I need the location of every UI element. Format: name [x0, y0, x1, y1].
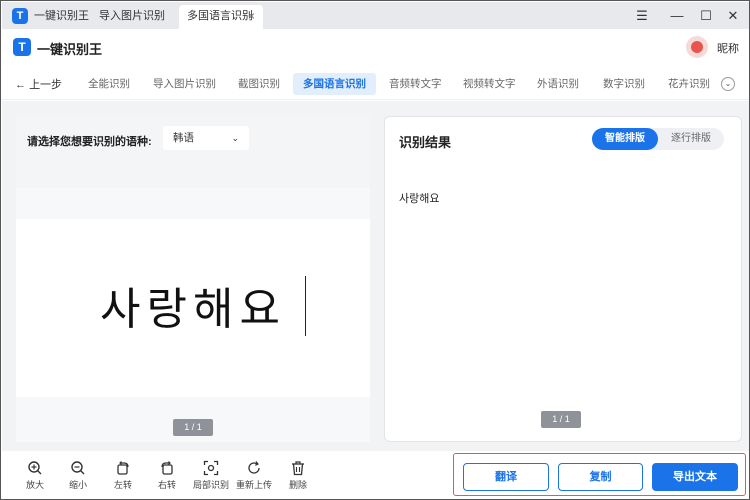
back-label: 上一步: [29, 79, 63, 91]
tab-label: 一键识别王: [34, 10, 89, 22]
result-page-indicator: 1 / 1: [541, 411, 581, 428]
nav-item-multilang[interactable]: 多国语言识别: [293, 73, 376, 95]
nav-item-video[interactable]: 视频转文字: [453, 73, 526, 95]
text-cursor: [305, 276, 306, 336]
back-button[interactable]: ← 上一步: [15, 76, 62, 92]
zoom-in-icon: [28, 461, 42, 475]
rotate-left-button[interactable]: 左转: [106, 460, 140, 491]
tab-home[interactable]: 一键识别王: [12, 5, 92, 29]
nav-item-import-image[interactable]: 导入图片识别: [143, 73, 226, 95]
feature-nav: ← 上一步 全能识别 导入图片识别 截图识别 多国语言识别 音频转文字 视频转文…: [2, 68, 749, 100]
avatar[interactable]: [686, 36, 708, 58]
source-image-text: 사랑해요: [100, 284, 286, 335]
nav-item-audio[interactable]: 音频转文字: [379, 73, 452, 95]
tab-label: 导入图片识别: [99, 10, 165, 22]
tab-import-image[interactable]: 导入图片识别: [99, 5, 179, 29]
delete-button[interactable]: 删除: [281, 460, 315, 491]
arrow-left-icon: ←: [15, 79, 26, 91]
source-page-indicator: 1 / 1: [173, 419, 213, 436]
menu-icon[interactable]: ☰: [632, 6, 652, 26]
language-select[interactable]: 韩语 ⌄: [163, 126, 249, 150]
tool-label: 右转: [157, 480, 176, 490]
nav-item-digits[interactable]: 数字识别: [593, 73, 655, 95]
rotate-right-button[interactable]: 右转: [150, 460, 184, 491]
tool-label: 缩小: [68, 480, 87, 490]
tool-label: 重新上传: [235, 480, 272, 490]
result-text[interactable]: 사랑해요: [399, 190, 439, 206]
source-header: 请选择您想要识别的语种: 韩语 ⌄: [16, 116, 370, 188]
source-panel: 请选择您想要识别的语种: 韩语 ⌄ 사랑해요 1 / 1: [16, 116, 370, 442]
language-label: 请选择您想要识别的语种:: [27, 136, 152, 148]
partial-recognize-icon: [203, 460, 219, 476]
zoom-out-button[interactable]: 缩小: [61, 460, 95, 491]
bottom-toolbar: 放大 缩小 左转 右转 局部识别 重新上传 删除 翻译 复制 导出文本: [2, 451, 749, 499]
zoom-out-icon: [71, 461, 85, 475]
tool-label: 局部识别: [192, 480, 229, 490]
app-logo-icon: [12, 8, 28, 24]
maximize-icon[interactable]: ☐: [696, 6, 716, 26]
zoom-in-button[interactable]: 放大: [18, 460, 52, 491]
language-value: 韩语: [173, 132, 194, 144]
action-button-group: 翻译 复制 导出文本: [453, 453, 746, 496]
result-panel: 识别结果 智能排版 逐行排版 사랑해요 1 / 1: [384, 116, 742, 442]
close-window-icon[interactable]: ✕: [723, 6, 743, 26]
tool-label: 放大: [25, 480, 44, 490]
close-icon[interactable]: ×: [248, 5, 255, 27]
reupload-button[interactable]: 重新上传: [234, 460, 274, 491]
workspace: 请选择您想要识别的语种: 韩语 ⌄ 사랑해요 1 / 1 识别结果 智能排版 逐…: [2, 101, 749, 451]
user-name[interactable]: 昵称: [717, 40, 739, 56]
chevron-down-icon: ⌄: [231, 133, 239, 143]
translate-button[interactable]: 翻译: [463, 463, 549, 491]
smart-layout-button[interactable]: 智能排版: [592, 128, 658, 150]
app-logo-icon: [13, 38, 31, 56]
result-title: 识别结果: [399, 135, 452, 150]
chevron-down-icon[interactable]: ⌄: [721, 77, 735, 91]
app-header: 一键识别王 昵称: [2, 29, 749, 65]
trash-icon: [292, 461, 304, 476]
tab-multilang[interactable]: 多国语言识别 ×: [179, 5, 263, 29]
app-window: 一键识别王 导入图片识别 多国语言识别 × ☰ — ☐ ✕ 一键识别王 昵称 ←…: [0, 0, 750, 500]
rotate-right-icon: [161, 461, 173, 475]
nav-item-flowers[interactable]: 花卉识别: [658, 73, 720, 95]
source-image: 사랑해요: [16, 219, 370, 397]
app-title: 一键识别王: [37, 42, 103, 57]
title-tab-bar: 一键识别王 导入图片识别 多国语言识别 × ☰ — ☐ ✕: [2, 2, 749, 29]
tab-label: 多国语言识别: [187, 10, 253, 22]
minimize-icon[interactable]: —: [667, 6, 687, 26]
line-layout-button[interactable]: 逐行排版: [658, 128, 724, 150]
reupload-icon: [248, 461, 260, 474]
partial-recognize-button[interactable]: 局部识别: [191, 460, 231, 491]
rotate-left-icon: [117, 461, 129, 475]
tool-label: 删除: [288, 480, 307, 490]
nav-item-foreign[interactable]: 外语识别: [527, 73, 589, 95]
nav-item-all[interactable]: 全能识别: [78, 73, 140, 95]
nav-item-screenshot[interactable]: 截图识别: [228, 73, 290, 95]
copy-button[interactable]: 复制: [558, 463, 643, 491]
export-text-button[interactable]: 导出文本: [652, 463, 738, 491]
tool-label: 左转: [113, 480, 132, 490]
layout-mode-toggle: 智能排版 逐行排版: [592, 128, 724, 150]
